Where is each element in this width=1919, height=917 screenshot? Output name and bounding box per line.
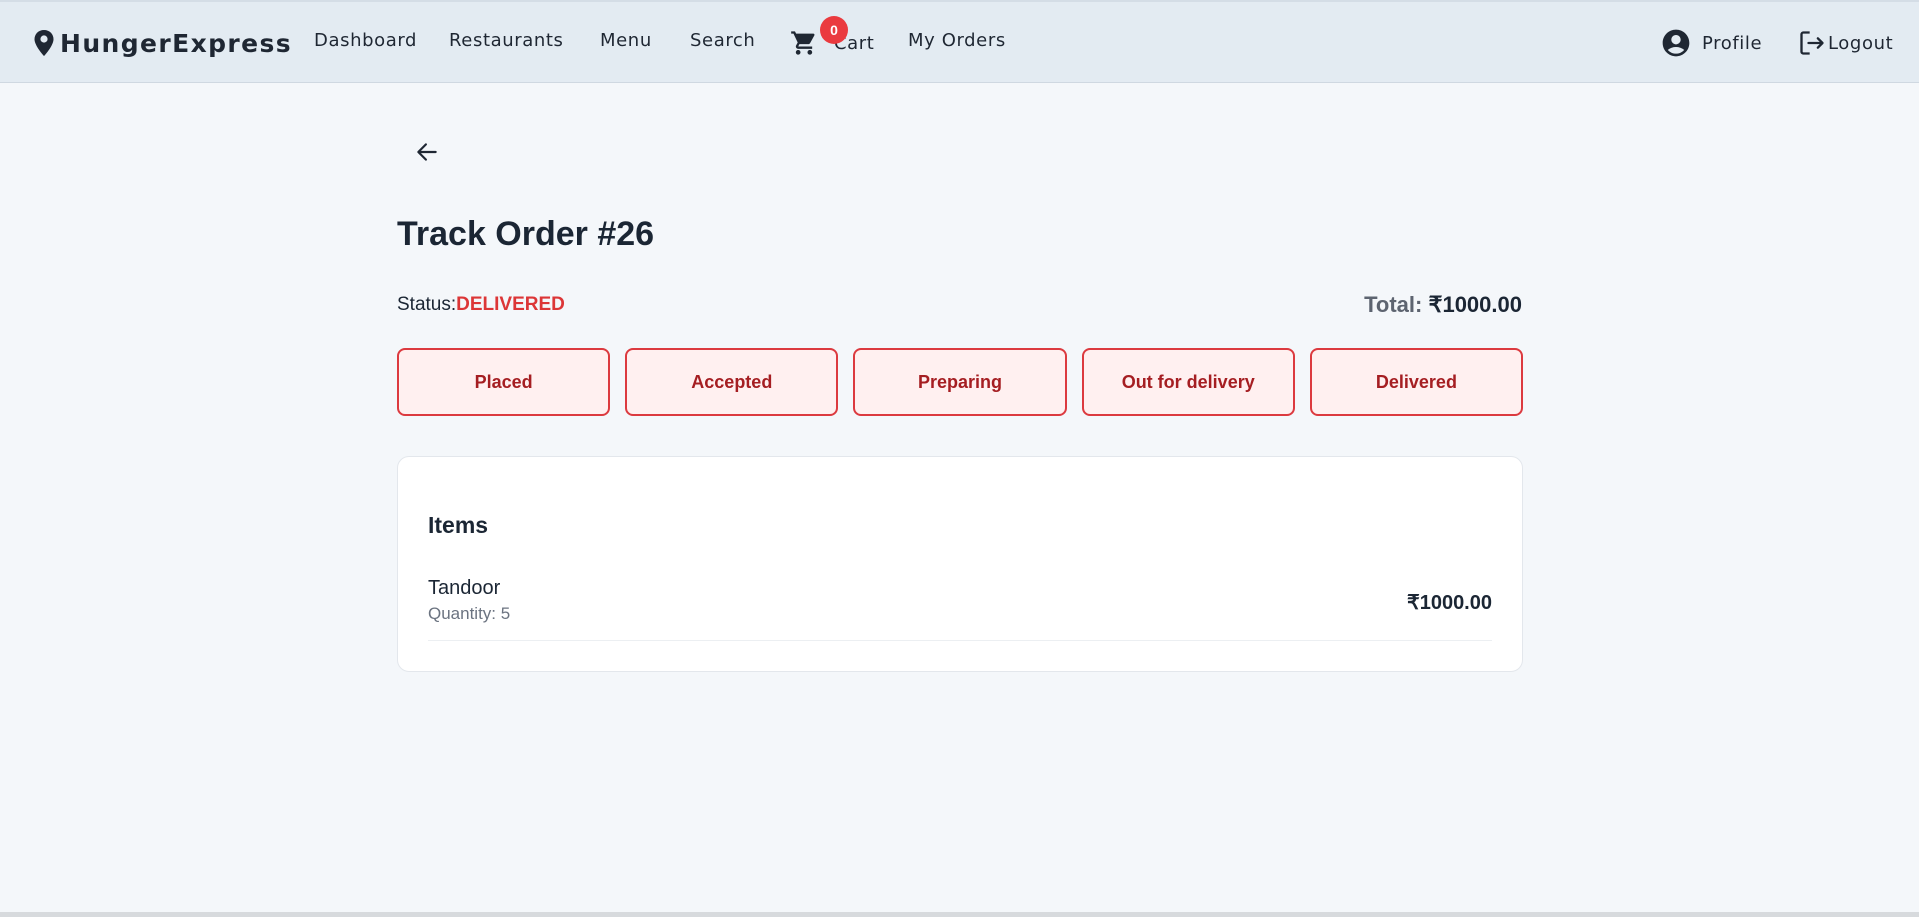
back-button[interactable] (406, 133, 448, 171)
profile-label: Profile (1702, 32, 1763, 54)
nav-my-orders[interactable]: My Orders (908, 30, 1006, 51)
step-placed: Placed (397, 348, 611, 416)
map-pin-icon (34, 30, 54, 56)
page-title: Track Order #26 (397, 215, 655, 253)
item-quantity: Quantity: 5 (428, 604, 511, 623)
order-status: Status:DELIVERED (397, 294, 565, 316)
total-label: Total: (1364, 292, 1423, 317)
top-navbar: HungerExpress Dashboard Restaurants Menu… (0, 0, 1919, 83)
nav-cart[interactable]: 0 Cart (790, 16, 874, 60)
brand-name: HungerExpress (60, 28, 293, 58)
order-items-card: Items Tandoor Quantity: 5 ₹1000.00 (397, 456, 1523, 672)
shopping-cart-icon (791, 31, 815, 55)
step-delivered: Delivered (1309, 348, 1524, 416)
cart-count-badge: 0 (820, 16, 848, 44)
nav-restaurants[interactable]: Restaurants (449, 30, 564, 51)
total-value: ₹1000.00 (1428, 292, 1522, 317)
nav-search[interactable]: Search (690, 30, 755, 51)
order-total: Total: ₹1000.00 (1364, 292, 1522, 318)
window-bottom-edge (0, 912, 1919, 917)
logout-label: Logout (1828, 32, 1894, 54)
nav-profile[interactable]: Profile (1660, 26, 1762, 60)
logout-icon (1800, 31, 1824, 55)
step-accepted: Accepted (625, 348, 839, 416)
nav-logout[interactable]: Logout (1798, 26, 1893, 60)
arrow-left-icon (417, 143, 437, 161)
list-item: Tandoor Quantity: 5 ₹1000.00 (428, 577, 1492, 641)
account-circle-icon (1662, 29, 1690, 57)
item-name: Tandoor (428, 577, 501, 599)
items-heading: Items (428, 512, 489, 538)
nav-menu[interactable]: Menu (600, 30, 652, 51)
nav-dashboard[interactable]: Dashboard (314, 30, 417, 51)
status-value: DELIVERED (456, 294, 565, 315)
step-out-for-delivery: Out for delivery (1081, 348, 1295, 416)
status-label: Status: (397, 294, 457, 315)
item-price: ₹1000.00 (1406, 592, 1492, 614)
step-preparing: Preparing (853, 348, 1067, 416)
brand-logo[interactable]: HungerExpress (32, 26, 292, 60)
order-progress-steps: Placed Accepted Preparing Out for delive… (397, 348, 1524, 416)
